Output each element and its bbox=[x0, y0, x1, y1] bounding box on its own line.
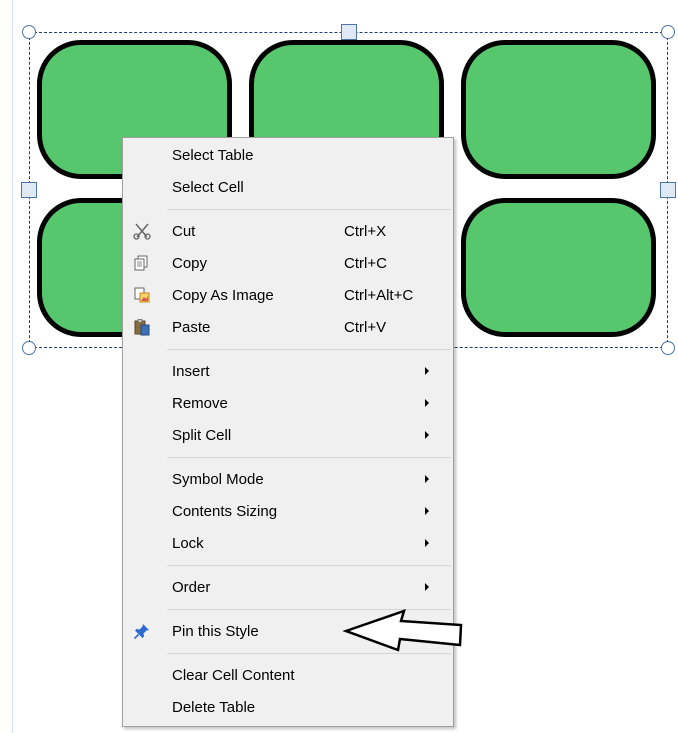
menu-item-label: Insert bbox=[172, 363, 210, 380]
annotation-arrow-icon bbox=[340, 604, 466, 661]
resize-handle-left[interactable] bbox=[21, 182, 37, 198]
menu-item-label: Copy bbox=[172, 255, 208, 272]
menu-item-insert[interactable]: Insert bbox=[123, 356, 453, 386]
menu-item-split-cell[interactable]: Split Cell bbox=[123, 420, 453, 450]
pushpin-icon bbox=[133, 622, 151, 640]
paste-icon bbox=[133, 318, 151, 336]
menu-item-clear-cell-content[interactable]: Clear Cell Content bbox=[123, 660, 453, 690]
submenu-arrow-icon bbox=[425, 539, 429, 547]
menu-item-label: Delete Table bbox=[172, 699, 256, 716]
menu-item-label: Lock bbox=[172, 535, 204, 552]
menu-item-label: Select Cell bbox=[172, 179, 244, 196]
menu-separator bbox=[167, 349, 451, 350]
resize-handle-right[interactable] bbox=[660, 182, 676, 198]
menu-item-label: Paste bbox=[172, 319, 211, 336]
menu-item-copy-as-image[interactable]: Copy As Image Ctrl+Alt+C bbox=[123, 280, 453, 310]
copy-as-image-icon bbox=[133, 286, 151, 304]
submenu-arrow-icon bbox=[425, 399, 429, 407]
submenu-arrow-icon bbox=[425, 475, 429, 483]
menu-item-label: Pin this Style bbox=[172, 623, 259, 640]
menu-item-select-cell[interactable]: Select Cell bbox=[123, 172, 453, 202]
resize-handle-bottom-right[interactable] bbox=[661, 341, 675, 355]
menu-separator bbox=[167, 565, 451, 566]
menu-item-cut[interactable]: Cut Ctrl+X bbox=[123, 216, 453, 246]
copy-icon bbox=[133, 254, 151, 272]
menu-item-label: Split Cell bbox=[172, 427, 232, 444]
submenu-arrow-icon bbox=[425, 583, 429, 591]
page-margin-line bbox=[12, 0, 13, 733]
menu-separator bbox=[167, 457, 451, 458]
resize-handle-top-left[interactable] bbox=[22, 25, 36, 39]
resize-handle-top-right[interactable] bbox=[661, 25, 675, 39]
menu-item-contents-sizing[interactable]: Contents Sizing bbox=[123, 496, 453, 526]
menu-item-label: Cut bbox=[172, 223, 196, 240]
menu-item-lock[interactable]: Lock bbox=[123, 528, 453, 558]
menu-item-symbol-mode[interactable]: Symbol Mode bbox=[123, 464, 453, 494]
menu-item-label: Contents Sizing bbox=[172, 503, 278, 520]
menu-item-copy[interactable]: Copy Ctrl+C bbox=[123, 248, 453, 278]
scissors-icon bbox=[133, 222, 151, 240]
menu-item-shortcut: Ctrl+Alt+C bbox=[344, 287, 414, 304]
menu-separator bbox=[167, 209, 451, 210]
menu-item-remove[interactable]: Remove bbox=[123, 388, 453, 418]
menu-item-label: Symbol Mode bbox=[172, 471, 264, 488]
menu-item-shortcut: Ctrl+V bbox=[344, 319, 387, 336]
menu-item-shortcut: Ctrl+X bbox=[344, 223, 387, 240]
menu-item-label: Select Table bbox=[172, 147, 254, 164]
submenu-arrow-icon bbox=[425, 507, 429, 515]
menu-item-label: Order bbox=[172, 579, 211, 596]
menu-item-shortcut: Ctrl+C bbox=[344, 255, 387, 272]
menu-item-label: Copy As Image bbox=[172, 287, 274, 304]
menu-item-select-table[interactable]: Select Table bbox=[123, 140, 453, 170]
menu-item-label: Clear Cell Content bbox=[172, 667, 295, 684]
menu-item-label: Remove bbox=[172, 395, 228, 412]
submenu-arrow-icon bbox=[425, 367, 429, 375]
menu-item-delete-table[interactable]: Delete Table bbox=[123, 692, 453, 722]
menu-item-paste[interactable]: Paste Ctrl+V bbox=[123, 312, 453, 342]
submenu-arrow-icon bbox=[425, 431, 429, 439]
menu-item-order[interactable]: Order bbox=[123, 572, 453, 602]
resize-handle-top[interactable] bbox=[341, 24, 357, 40]
resize-handle-bottom-left[interactable] bbox=[22, 341, 36, 355]
